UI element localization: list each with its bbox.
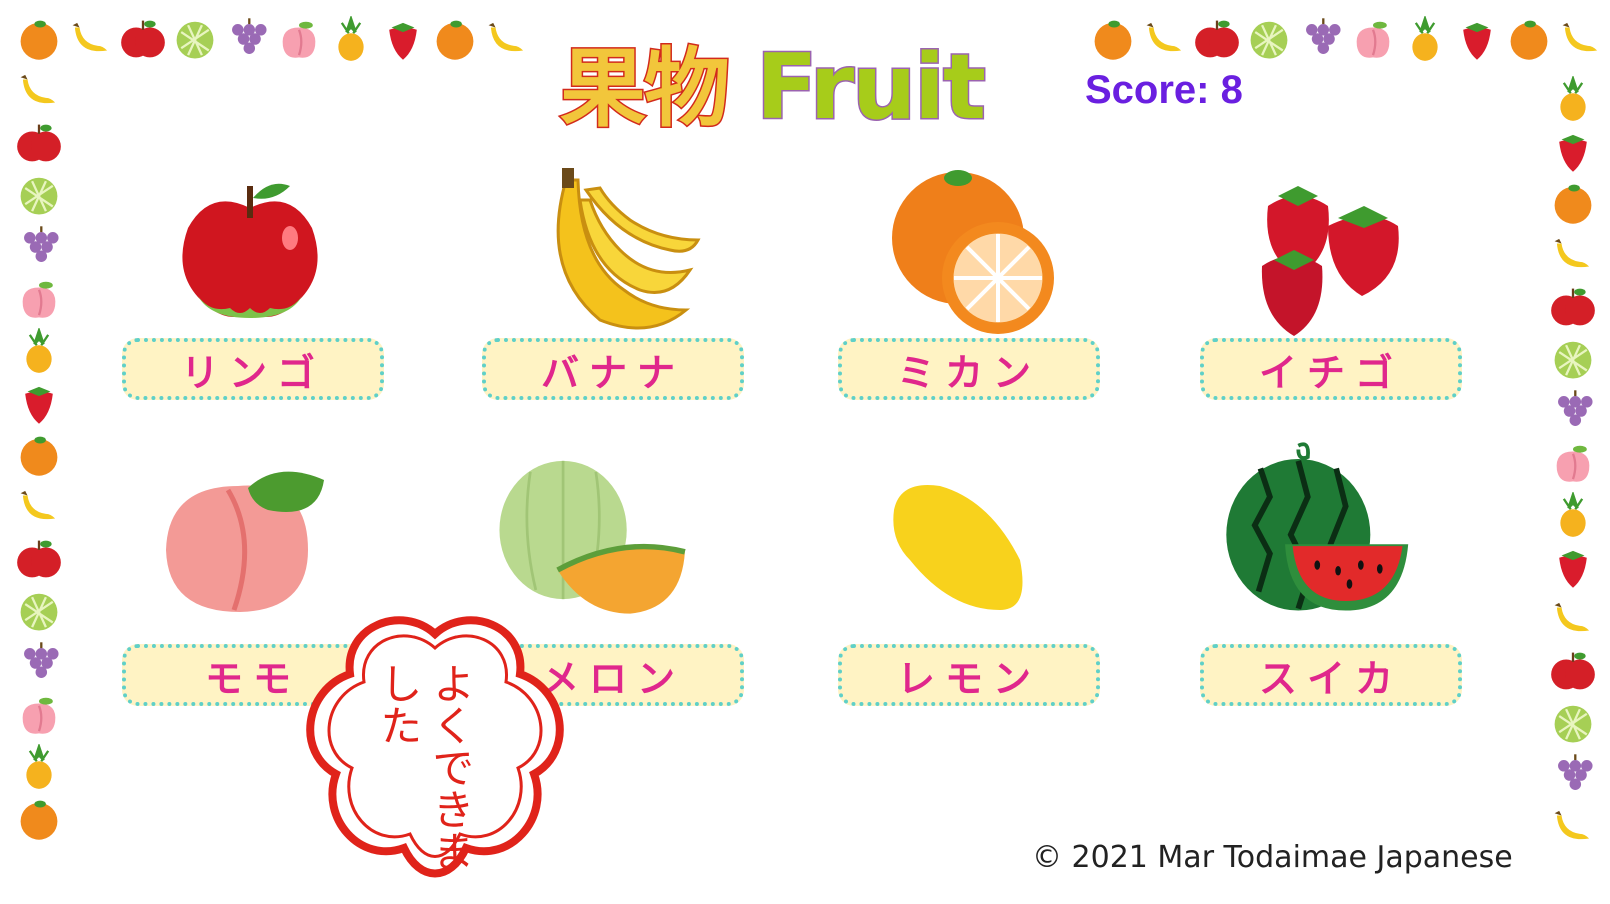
watermelon-icon[interactable] — [1222, 440, 1422, 620]
border-peach-icon — [16, 692, 62, 738]
border-banana-icon — [1550, 804, 1596, 850]
border-grape-icon — [1550, 388, 1596, 434]
banana-icon[interactable] — [520, 160, 720, 340]
copyright-text: © 2021 Mar Todaimae Japanese — [1032, 840, 1513, 875]
border-melon-icon — [1550, 700, 1596, 746]
stamp-text: よくできました — [374, 662, 475, 872]
border-peach-icon — [1350, 16, 1396, 62]
border-orange-icon — [16, 796, 62, 842]
border-apple-icon — [1550, 648, 1596, 694]
border-banana-icon — [16, 484, 62, 530]
border-apple-icon — [16, 536, 62, 582]
border-melon-icon — [1550, 336, 1596, 382]
strawberry-icon[interactable] — [1238, 166, 1438, 346]
border-banana-icon — [1550, 596, 1596, 642]
page-title: 果物 Fruit — [559, 18, 988, 142]
border-orange-icon — [1090, 16, 1136, 62]
border-banana-icon — [1550, 232, 1596, 278]
melon-icon[interactable] — [494, 450, 694, 630]
border-banana-icon — [1558, 16, 1604, 62]
border-pineapple-icon — [1402, 16, 1448, 62]
score-display: Score: 8 — [1085, 68, 1243, 112]
title-japanese: 果物 — [559, 38, 732, 141]
mikan-icon[interactable] — [878, 158, 1078, 338]
border-pineapple-icon — [16, 328, 62, 374]
border-banana-icon — [16, 68, 62, 114]
lemon-icon[interactable] — [880, 470, 1080, 650]
border-orange-icon — [1550, 180, 1596, 226]
border-banana-icon — [1142, 16, 1188, 62]
border-orange-icon — [1506, 16, 1552, 62]
border-grape-icon — [1550, 752, 1596, 798]
border-apple-icon — [1194, 16, 1240, 62]
border-melon-icon — [1246, 16, 1292, 62]
border-grape-icon — [1298, 16, 1344, 62]
border-pineapple-icon — [328, 16, 374, 62]
border-melon-icon — [16, 588, 62, 634]
border-strawberry-icon — [16, 380, 62, 426]
border-pineapple-icon — [1550, 492, 1596, 538]
title-english: Fruit — [754, 34, 987, 142]
answer-card-remon[interactable]: レモン — [838, 644, 1100, 706]
border-grape-icon — [224, 16, 270, 62]
answer-card-ichigo[interactable]: イチゴ — [1200, 338, 1462, 400]
border-melon-icon — [16, 172, 62, 218]
border-strawberry-icon — [380, 16, 426, 62]
answer-card-banana[interactable]: バナナ — [482, 338, 744, 400]
answer-card-mikan[interactable]: ミカン — [838, 338, 1100, 400]
border-pineapple-icon — [16, 744, 62, 790]
border-peach-icon — [1550, 440, 1596, 486]
border-peach-icon — [16, 276, 62, 322]
border-grape-icon — [16, 640, 62, 686]
border-grape-icon — [16, 224, 62, 270]
apple-icon[interactable] — [150, 168, 350, 348]
border-orange-icon — [16, 432, 62, 478]
answer-card-ringo[interactable]: リンゴ — [122, 338, 384, 400]
border-melon-icon — [172, 16, 218, 62]
border-apple-icon — [16, 120, 62, 166]
border-apple-icon — [120, 16, 166, 62]
border-strawberry-icon — [1550, 544, 1596, 590]
border-peach-icon — [276, 16, 322, 62]
border-pineapple-icon — [1550, 76, 1596, 122]
border-banana-icon — [68, 16, 114, 62]
border-orange-icon — [16, 16, 62, 62]
border-orange-icon — [432, 16, 478, 62]
border-apple-icon — [1550, 284, 1596, 330]
border-banana-icon — [484, 16, 530, 62]
answer-card-suika[interactable]: スイカ — [1200, 644, 1462, 706]
border-strawberry-icon — [1454, 16, 1500, 62]
border-strawberry-icon — [1550, 128, 1596, 174]
